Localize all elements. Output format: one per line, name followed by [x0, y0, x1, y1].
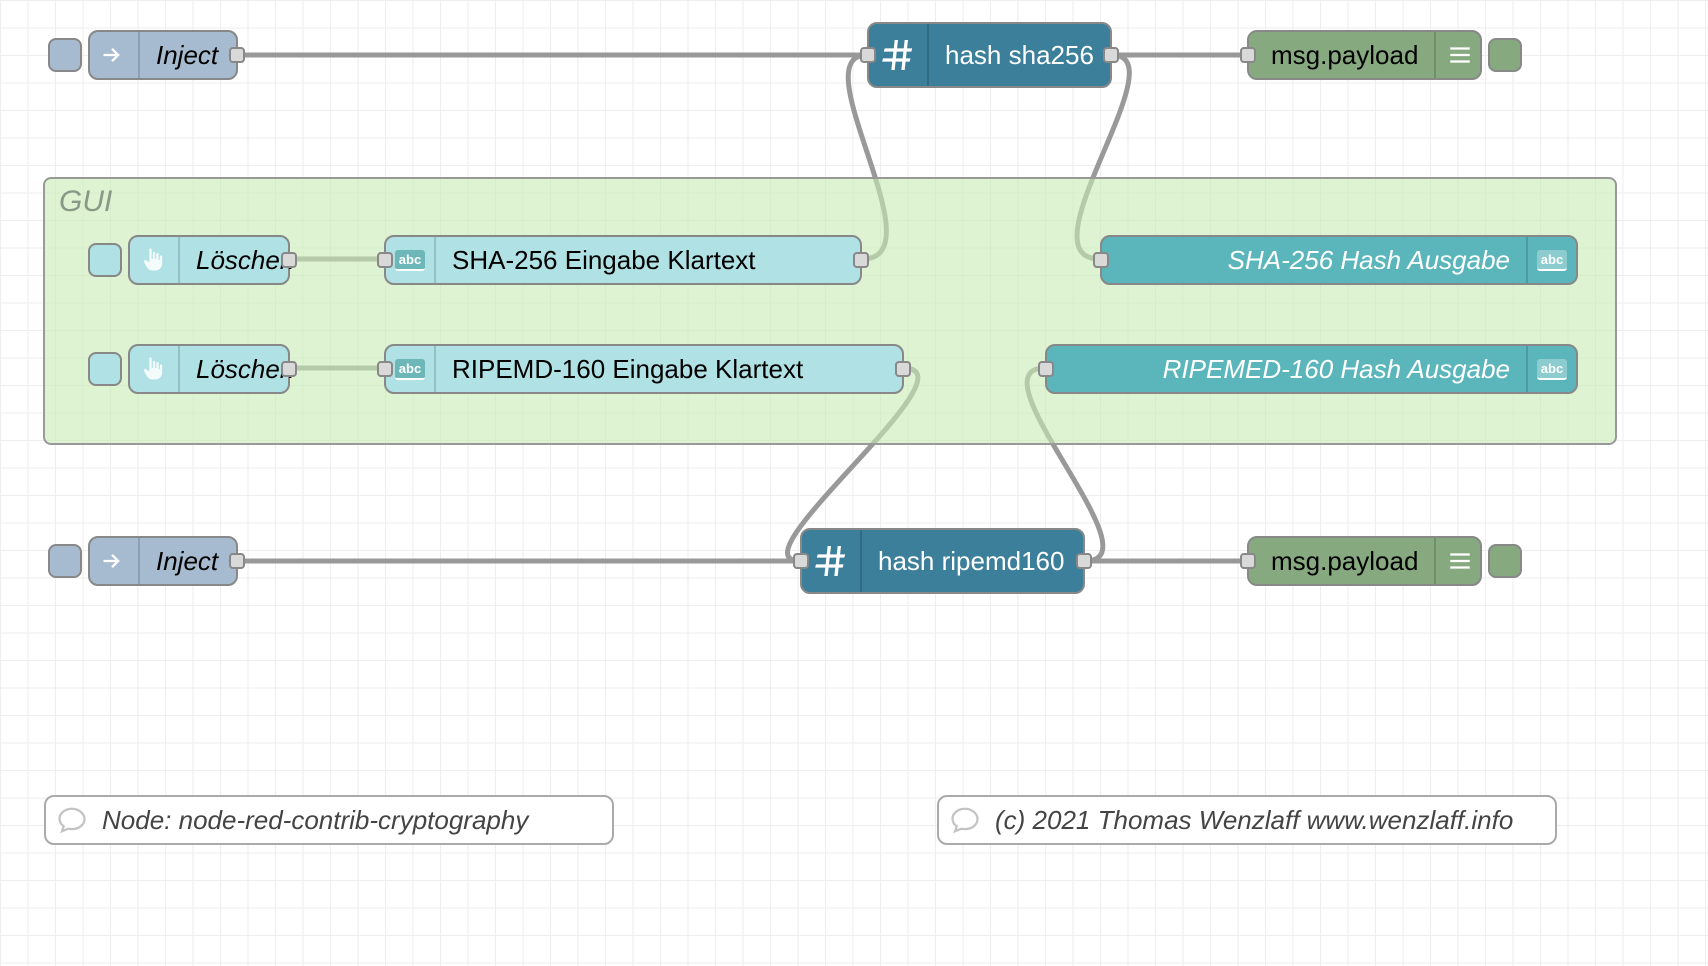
- output-port[interactable]: [229, 47, 245, 63]
- input-port[interactable]: [377, 252, 393, 268]
- comment-text: Node: node-red-contrib-cryptography: [102, 805, 528, 836]
- abc-icon: abc: [386, 237, 436, 283]
- output-port[interactable]: [229, 553, 245, 569]
- comment-text: (c) 2021 Thomas Wenzlaff www.wenzlaff.in…: [995, 805, 1513, 836]
- node-label: SHA-256 Eingabe Klartext: [436, 245, 860, 276]
- debug-node-2[interactable]: msg.payload: [1247, 536, 1482, 586]
- pointer-icon: [130, 237, 180, 283]
- input-port[interactable]: [377, 361, 393, 377]
- inject-trigger-button[interactable]: [48, 38, 82, 72]
- output-port[interactable]: [281, 361, 297, 377]
- node-label: msg.payload: [1249, 40, 1434, 71]
- output-port[interactable]: [1076, 553, 1092, 569]
- pointer-icon: [130, 346, 180, 392]
- inject-icon: [90, 538, 140, 584]
- node-label: msg.payload: [1249, 546, 1434, 577]
- node-label: Inject: [140, 546, 236, 577]
- input-port[interactable]: [1038, 361, 1054, 377]
- input-port[interactable]: [1240, 47, 1256, 63]
- hash-ripemd160-node[interactable]: hash ripemd160: [800, 528, 1085, 594]
- inject-icon: [90, 32, 140, 78]
- abc-icon: abc: [1526, 237, 1576, 283]
- debug-icon: [1434, 538, 1484, 584]
- output-port[interactable]: [895, 361, 911, 377]
- text-input-sha256[interactable]: abc SHA-256 Eingabe Klartext: [384, 235, 862, 285]
- debug-icon: [1434, 32, 1484, 78]
- debug-toggle-button[interactable]: [1488, 38, 1522, 72]
- debug-node-1[interactable]: msg.payload: [1247, 30, 1482, 80]
- text-output-sha256[interactable]: SHA-256 Hash Ausgabe abc: [1100, 235, 1578, 285]
- output-port[interactable]: [853, 252, 869, 268]
- comment-node-left[interactable]: Node: node-red-contrib-cryptography: [44, 795, 614, 845]
- input-port[interactable]: [1240, 553, 1256, 569]
- node-label: Inject: [140, 40, 236, 71]
- inject-node-2[interactable]: Inject: [88, 536, 238, 586]
- output-port[interactable]: [1103, 47, 1119, 63]
- text-output-ripemd160[interactable]: RIPEMED-160 Hash Ausgabe abc: [1045, 344, 1578, 394]
- output-port[interactable]: [281, 252, 297, 268]
- button-loeschen-2[interactable]: Löschen: [128, 344, 290, 394]
- node-label: RIPEMD-160 Eingabe Klartext: [436, 354, 902, 385]
- comment-icon: [947, 797, 983, 843]
- button-loeschen-1[interactable]: Löschen: [128, 235, 290, 285]
- debug-toggle-button[interactable]: [1488, 544, 1522, 578]
- comment-node-right[interactable]: (c) 2021 Thomas Wenzlaff www.wenzlaff.in…: [937, 795, 1557, 845]
- button-trigger[interactable]: [88, 352, 122, 386]
- hash-icon: [869, 24, 929, 86]
- input-port[interactable]: [1093, 252, 1109, 268]
- node-label: hash sha256: [929, 40, 1110, 71]
- button-trigger[interactable]: [88, 243, 122, 277]
- group-label: GUI: [59, 185, 112, 219]
- node-label: RIPEMED-160 Hash Ausgabe: [1047, 354, 1526, 385]
- inject-node-1[interactable]: Inject: [88, 30, 238, 80]
- node-label: SHA-256 Hash Ausgabe: [1102, 245, 1526, 276]
- node-label: hash ripemd160: [862, 546, 1083, 577]
- abc-icon: abc: [1526, 346, 1576, 392]
- group-gui[interactable]: GUI: [43, 177, 1617, 445]
- text-input-ripemd160[interactable]: abc RIPEMD-160 Eingabe Klartext: [384, 344, 904, 394]
- inject-trigger-button[interactable]: [48, 544, 82, 578]
- comment-icon: [54, 797, 90, 843]
- hash-sha256-node[interactable]: hash sha256: [867, 22, 1112, 88]
- hash-icon: [802, 530, 862, 592]
- input-port[interactable]: [860, 47, 876, 63]
- input-port[interactable]: [793, 553, 809, 569]
- abc-icon: abc: [386, 346, 436, 392]
